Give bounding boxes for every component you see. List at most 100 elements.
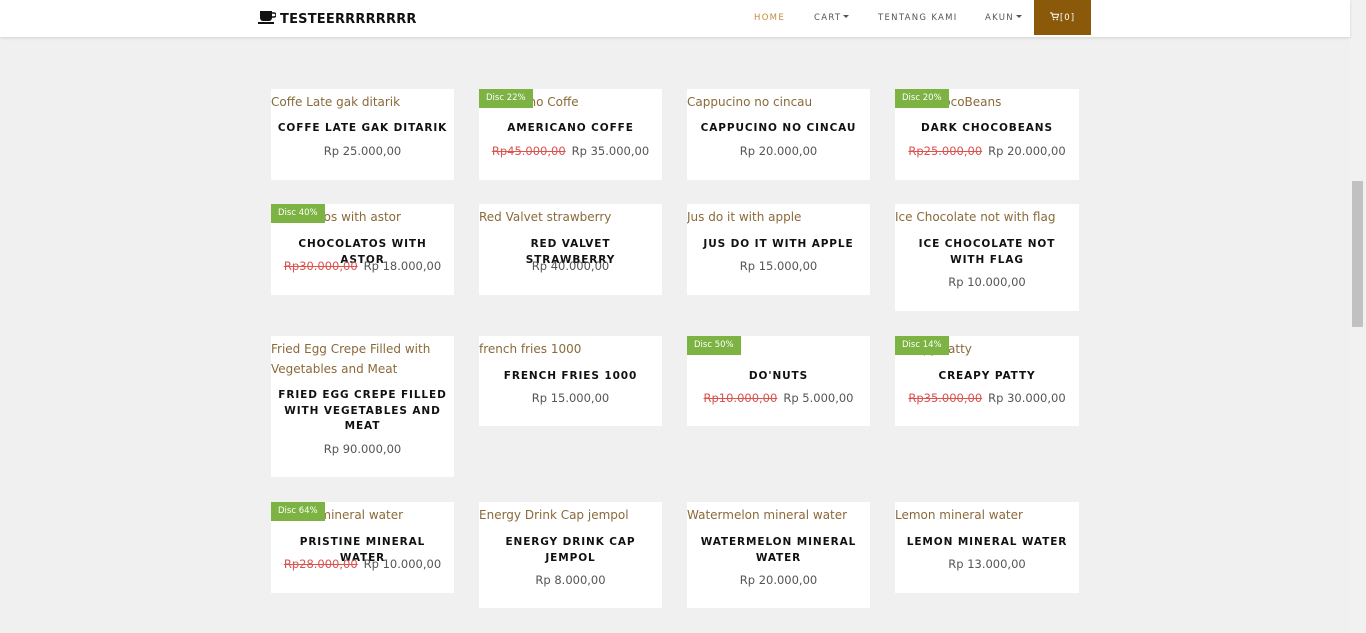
product-card[interactable]: Disc 64% Pristine mineral water PRISTINE… <box>271 502 454 593</box>
product-price: Rp45.000,00 Rp 35.000,00 <box>479 144 662 158</box>
product-image[interactable]: Energy Drink Cap jempol <box>479 505 662 525</box>
product-price-value: Rp 20.000,00 <box>988 144 1066 158</box>
product-price: Rp 10.000,00 <box>895 275 1079 289</box>
product-card[interactable]: Energy Drink Cap jempol ENERGY DRINK CAP… <box>479 502 662 608</box>
scrollbar-thumb[interactable] <box>1352 181 1363 327</box>
product-card[interactable]: Disc 14% Creapy Patty CREAPY PATTY Rp35.… <box>895 336 1079 426</box>
nav-cart-dropdown[interactable]: CART <box>814 0 850 37</box>
product-name[interactable]: CREAPY PATTY <box>901 369 1073 385</box>
shopping-cart-icon <box>1049 11 1060 24</box>
discount-badge: Disc 22% <box>479 89 533 108</box>
product-price: Rp35.000,00 Rp 30.000,00 <box>895 391 1079 405</box>
discount-badge: Disc 14% <box>895 336 949 355</box>
original-price: Rp35.000,00 <box>908 391 983 405</box>
original-price: Rp28.000,00 <box>283 557 358 571</box>
product-image[interactable]: french fries 1000 <box>479 339 662 359</box>
product-image[interactable]: Ice Chocolate not with flag <box>895 207 1079 227</box>
product-price-value: Rp 20.000,00 <box>739 144 818 158</box>
product-price: Rp 15.000,00 <box>479 391 662 405</box>
product-card[interactable]: Lemon mineral water LEMON MINERAL WATER … <box>895 502 1079 593</box>
discount-badge: Disc 64% <box>271 502 325 521</box>
product-price-value: Rp 15.000,00 <box>531 391 610 405</box>
caret-down-icon <box>1015 15 1022 18</box>
original-price: Rp30.000,00 <box>283 259 358 273</box>
original-price: Rp45.000,00 <box>491 144 566 158</box>
original-price: Rp10.000,00 <box>703 391 778 405</box>
product-image[interactable]: Lemon mineral water <box>895 505 1079 525</box>
product-price-value: Rp 30.000,00 <box>988 391 1066 405</box>
product-name[interactable]: FRIED EGG CREPE FILLED WITH VEGETABLES A… <box>277 388 448 435</box>
product-price-value: Rp 90.000,00 <box>323 442 402 456</box>
product-price-value: Rp 8.000,00 <box>535 573 606 587</box>
product-card[interactable]: Red Valvet strawberry RED VALVET STRAWBE… <box>479 204 662 295</box>
product-card[interactable]: Coffe Late gak ditarik COFFE LATE GAK DI… <box>271 89 454 180</box>
nav-account-label: AKUN <box>985 13 1014 23</box>
product-image[interactable]: Coffe Late gak ditarik <box>271 92 454 112</box>
caret-down-icon <box>843 15 850 18</box>
nav-about-label: TENTANG KAMI <box>878 13 958 23</box>
product-price: Rp 13.000,00 <box>895 557 1079 571</box>
product-price-value: Rp 10.000,00 <box>363 557 442 571</box>
product-price-value: Rp 15.000,00 <box>739 259 818 273</box>
product-name[interactable]: CAPPUCINO NO CINCAU <box>693 121 864 137</box>
product-price-value: Rp 13.000,00 <box>948 557 1026 571</box>
product-card[interactable]: Fried Egg Crepe Filled with Vegetables a… <box>271 336 454 477</box>
discount-badge: Disc 50% <box>687 336 741 355</box>
product-price-value: Rp 35.000,00 <box>571 144 650 158</box>
brand-logo[interactable]: TESTEERRRRRRRR <box>258 10 417 28</box>
product-name[interactable]: FRENCH FRIES 1000 <box>485 369 656 385</box>
product-card[interactable]: Disc 40% Chocolatos with astor CHOCOLATO… <box>271 204 454 295</box>
product-card[interactable]: Watermelon mineral water WATERMELON MINE… <box>687 502 870 608</box>
product-price-value: Rp 18.000,00 <box>363 259 442 273</box>
product-price: Rp30.000,00 Rp 18.000,00 <box>271 259 454 273</box>
coffee-cup-icon <box>258 10 280 28</box>
product-price-value: Rp 5.000,00 <box>783 391 854 405</box>
product-name[interactable]: DARK CHOCOBEANS <box>901 121 1073 137</box>
product-image[interactable]: Fried Egg Crepe Filled with Vegetables a… <box>271 339 454 379</box>
product-card[interactable]: Jus do it with apple JUS DO IT WITH APPL… <box>687 204 870 295</box>
product-card[interactable]: Disc 22% Americano Coffe AMERICANO COFFE… <box>479 89 662 180</box>
product-price: Rp 20.000,00 <box>687 144 870 158</box>
product-price: Rp 8.000,00 <box>479 573 662 587</box>
cart-button[interactable]: [0] <box>1034 0 1091 35</box>
product-name[interactable]: COFFE LATE GAK DITARIK <box>277 121 448 137</box>
product-name[interactable]: JUS DO IT WITH APPLE <box>693 237 864 253</box>
product-name[interactable]: LEMON MINERAL WATER <box>901 535 1073 551</box>
discount-badge: Disc 40% <box>271 204 325 223</box>
nav-account-dropdown[interactable]: AKUN <box>985 0 1022 37</box>
product-card[interactable]: Disc 20% Dark ChocoBeans DARK CHOCOBEANS… <box>895 89 1079 180</box>
product-card[interactable]: Ice Chocolate not with flag ICE CHOCOLAT… <box>895 204 1079 311</box>
product-price-value: Rp 25.000,00 <box>323 144 402 158</box>
product-name[interactable]: WATERMELON MINERAL WATER <box>693 535 864 566</box>
product-image[interactable]: Cappucino no cincau <box>687 92 870 112</box>
product-price-value: Rp 20.000,00 <box>739 573 818 587</box>
product-name[interactable]: ICE CHOCOLATE NOT WITH FLAG <box>901 237 1073 268</box>
product-card[interactable]: Disc 50% Do'nuts DO'NUTS Rp10.000,00Rp 5… <box>687 336 870 426</box>
brand-name: TESTEERRRRRRRR <box>280 11 417 27</box>
product-name[interactable]: AMERICANO COFFE <box>485 121 656 137</box>
product-name[interactable]: ENERGY DRINK CAP JEMPOL <box>485 535 656 566</box>
nav-cart-label: CART <box>814 13 842 23</box>
nav-home[interactable]: HOME <box>754 0 785 37</box>
product-image[interactable]: Red Valvet strawberry <box>479 207 662 227</box>
product-price: Rp28.000,00 Rp 10.000,00 <box>271 557 454 571</box>
discount-badge: Disc 20% <box>895 89 949 108</box>
product-image[interactable]: Watermelon mineral water <box>687 505 870 525</box>
nav-about[interactable]: TENTANG KAMI <box>878 0 958 37</box>
product-price: Rp 40.000,00 <box>479 259 662 273</box>
product-price-value: Rp 10.000,00 <box>948 275 1026 289</box>
product-image[interactable]: Jus do it with apple <box>687 207 870 227</box>
original-price: Rp25.000,00 <box>908 144 983 158</box>
product-price-value: Rp 40.000,00 <box>531 259 610 273</box>
product-price: Rp 90.000,00 <box>271 442 454 456</box>
product-price: Rp25.000,00 Rp 20.000,00 <box>895 144 1079 158</box>
product-price: Rp 25.000,00 <box>271 144 454 158</box>
product-price: Rp 15.000,00 <box>687 259 870 273</box>
product-card[interactable]: french fries 1000 FRENCH FRIES 1000 Rp 1… <box>479 336 662 426</box>
product-price: Rp10.000,00 Rp 5.000,00 <box>687 391 870 405</box>
product-price: Rp 20.000,00 <box>687 573 870 587</box>
cart-count: [0] <box>1059 12 1076 23</box>
product-name[interactable]: DO'NUTS <box>693 369 864 385</box>
product-card[interactable]: Cappucino no cincau CAPPUCINO NO CINCAU … <box>687 89 870 180</box>
scrollbar[interactable] <box>1350 0 1366 633</box>
